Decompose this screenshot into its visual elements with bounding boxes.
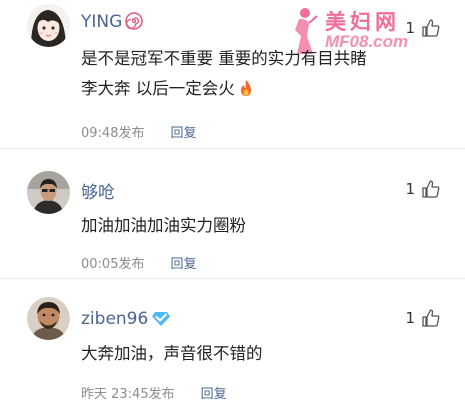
like-button[interactable]: 1 (405, 18, 441, 38)
thumbs-up-icon (422, 19, 440, 37)
comment-item: YING 是不是冠军不重要 重要的实力有目共睹 李大奔 以后一定会火 09:48… (0, 0, 465, 148)
like-button[interactable]: 1 (405, 308, 441, 328)
avatar[interactable] (27, 171, 70, 214)
like-count: 1 (405, 309, 415, 327)
comment-meta: 00:05发布 回复 (81, 253, 196, 272)
like-count: 1 (405, 180, 415, 198)
username[interactable]: 够呛 (81, 178, 115, 203)
avatar[interactable] (27, 4, 70, 47)
comment-text: 加油加油加油实力圈粉 (81, 216, 246, 235)
fire-icon (238, 77, 254, 107)
timestamp: 昨天 23:45发布 (81, 387, 175, 402)
timestamp: 00:05发布 (81, 257, 145, 272)
spiral-badge-icon (125, 12, 144, 35)
comment-text: 大奔加油，声音很不错的 (81, 344, 263, 363)
comment-meta: 昨天 23:45发布 回复 (81, 383, 227, 402)
username[interactable]: YING (81, 12, 144, 35)
thumbs-up-icon (422, 180, 440, 198)
like-button[interactable]: 1 (405, 179, 441, 199)
comment-item: ziben96 大奔加油，声音很不错的 昨天 23:45发布 回复 1 (0, 278, 465, 417)
reply-button[interactable]: 回复 (170, 126, 196, 141)
reply-button[interactable]: 回复 (170, 257, 196, 272)
reply-button[interactable]: 回复 (201, 387, 227, 402)
verified-diamond-icon (151, 311, 171, 332)
username[interactable]: ziben96 (81, 309, 171, 332)
thumbs-up-icon (422, 309, 440, 327)
comment-meta: 09:48发布 回复 (81, 122, 196, 141)
timestamp: 09:48发布 (81, 126, 145, 141)
comment-text: 是不是冠军不重要 重要的实力有目共睹 李大奔 以后一定会火 (81, 44, 411, 107)
avatar[interactable] (27, 297, 70, 340)
comment-item: 够呛 加油加油加油实力圈粉 00:05发布 回复 1 (0, 148, 465, 278)
like-count: 1 (405, 19, 415, 37)
